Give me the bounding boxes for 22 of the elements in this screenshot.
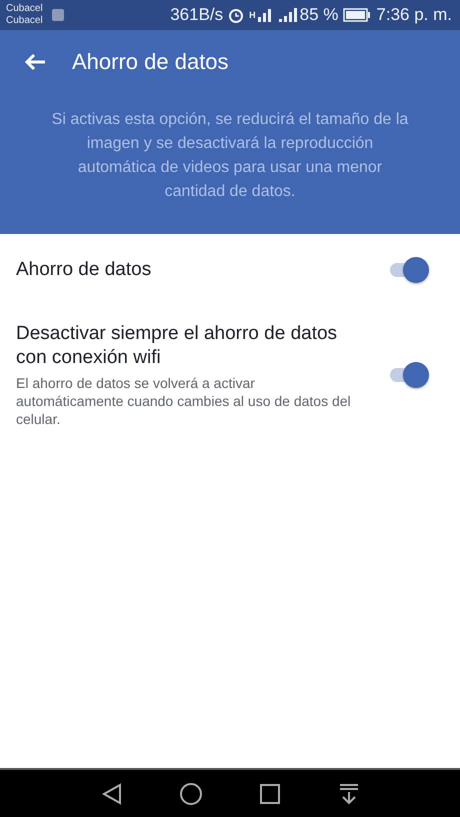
home-icon[interactable] — [178, 782, 202, 806]
network-speed: 361B/s — [170, 5, 224, 25]
carrier-name: Cubacel — [6, 15, 43, 27]
setting-description: El ahorro de datos se volverá a activar automáticamente cuando cambies al uso de datos del celular. — [16, 374, 352, 428]
header-description: Si activas esta opción, se reducirá el tamaño de la imagen y se desactivará la reproducción automática de videos para usar una menor cantidad de datos. — [50, 110, 410, 202]
toggle-thumb[interactable] — [403, 362, 429, 388]
toggle-thumb[interactable] — [403, 257, 429, 283]
recent-apps-icon[interactable] — [258, 782, 282, 806]
page-title: Ahorro de datos — [72, 49, 229, 75]
signal-icon — [278, 7, 300, 23]
setting-title: Ahorro de datos — [16, 258, 152, 282]
clock-time: 7:36 p. m. — [376, 5, 452, 25]
battery-percentage: 85 % — [300, 5, 338, 25]
back-arrow-icon[interactable] — [24, 53, 46, 71]
signal-icon — [256, 7, 274, 23]
back-icon[interactable] — [100, 782, 124, 806]
setting-title: Desactivar siempre el ahorro de datos con conexión wifi — [16, 322, 338, 370]
network-type: H — [249, 10, 256, 20]
image-icon — [50, 8, 65, 22]
carrier-name: Cubacel — [6, 3, 43, 15]
battery-icon — [343, 8, 372, 22]
alarm-icon — [227, 6, 246, 24]
